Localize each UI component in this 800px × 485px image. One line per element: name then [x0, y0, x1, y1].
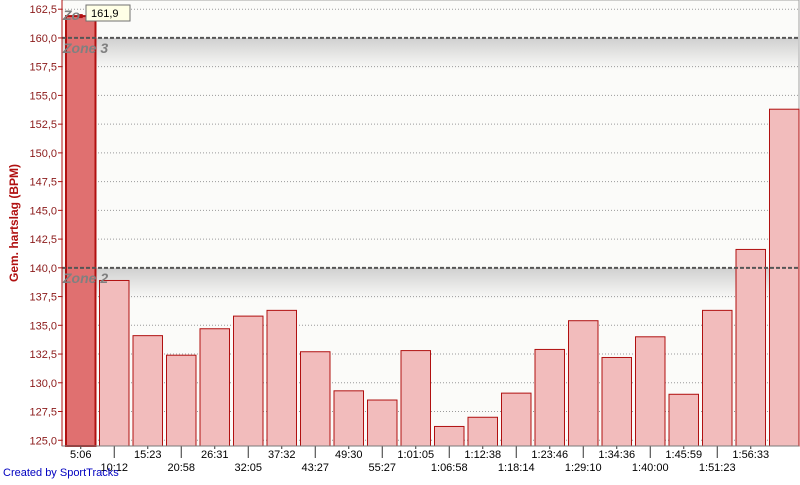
y-tick-label: 152,5 [29, 119, 57, 131]
y-tick-label: 140,0 [29, 263, 57, 275]
bar [568, 320, 599, 447]
y-tick-label: 157,5 [29, 62, 57, 74]
bar [702, 309, 733, 447]
bar [434, 425, 465, 447]
x-tick-label: 37:32 [268, 449, 296, 461]
x-tick-label: 1:01:05 [397, 449, 434, 461]
bar [367, 399, 398, 447]
x-tick-label: 1:23:46 [531, 449, 568, 461]
x-tick-label: 32:05 [234, 462, 262, 474]
x-tick-label: 1:06:58 [431, 462, 468, 474]
bar [769, 108, 800, 447]
zone-label-top: Zo [62, 7, 81, 23]
x-tick-label: 1:34:36 [598, 449, 635, 461]
heart-rate-chart: Zone 3 Zone 2 125,0 127,5 130,0 132,5 135,0 13… [0, 0, 800, 480]
y-tick-label: 137,5 [29, 292, 57, 304]
zone-label-2: Zone 2 [62, 270, 108, 286]
x-tick-label: 1:18:14 [498, 462, 535, 474]
chart-canvas: Zone 3 Zone 2 125,0 127,5 130,0 132,5 135,0 13… [3, 0, 800, 479]
bar [166, 354, 197, 447]
x-tick-label: 20:58 [167, 462, 195, 474]
bar [99, 279, 130, 447]
bar [333, 390, 364, 447]
y-tick-label: 160,0 [29, 33, 57, 45]
x-tick-label: 1:12:38 [464, 449, 501, 461]
y-tick-label: 155,0 [29, 90, 57, 102]
bar [266, 309, 297, 447]
x-tick-label: 1:51:23 [699, 462, 736, 474]
x-tick-label: 26:31 [201, 449, 229, 461]
y-tick-label: 145,0 [29, 205, 57, 217]
bar [233, 315, 264, 447]
x-tick-label: 1:29:10 [565, 462, 602, 474]
zone-band-2 [62, 267, 799, 300]
y-axis-label: Gem. hartslag (BPM) [7, 164, 21, 282]
x-axis-ticks: 5:0610:1215:2320:5826:3132:0537:3243:274… [70, 446, 769, 474]
bar [65, 15, 97, 448]
x-tick-label: 1:45:59 [665, 449, 702, 461]
y-tick-label: 147,5 [29, 177, 57, 189]
bar [735, 248, 766, 447]
bar [534, 348, 565, 447]
y-tick-label: 135,0 [29, 320, 57, 332]
y-tick-label: 130,0 [29, 378, 57, 390]
x-tick-label: 43:27 [301, 462, 329, 474]
x-tick-label: 49:30 [335, 449, 363, 461]
bar [501, 392, 532, 447]
x-tick-label: 5:06 [70, 449, 91, 461]
bar [467, 416, 498, 447]
tooltip-text: 161,9 [91, 8, 119, 20]
zone-label-1: Zone 3 [62, 40, 108, 56]
x-tick-label: 55:27 [368, 462, 396, 474]
credit-link[interactable]: Created by SportTracks [3, 467, 119, 479]
x-tick-label: 1:40:00 [632, 462, 669, 474]
tooltip: 161,9 [85, 4, 131, 22]
y-tick-label: 127,5 [29, 407, 57, 419]
x-tick-label: 1:56:33 [732, 449, 769, 461]
x-tick-label: 15:23 [134, 449, 162, 461]
y-tick-label: 125,0 [29, 435, 57, 447]
y-tick-label: 150,0 [29, 148, 57, 160]
bar [668, 393, 699, 447]
bar [635, 336, 666, 447]
y-tick-label: 142,5 [29, 234, 57, 246]
bar [400, 350, 431, 447]
bar [199, 328, 230, 447]
bar [300, 351, 331, 447]
y-tick-label: 132,5 [29, 349, 57, 361]
bar [132, 335, 163, 447]
zone-band-1 [62, 37, 799, 70]
y-tick-label: 162,5 [29, 4, 57, 16]
bar [601, 356, 632, 447]
y-axis-ticks: 125,0 127,5 130,0 132,5 135,0 137,5 140,0 142,5… [29, 4, 62, 447]
